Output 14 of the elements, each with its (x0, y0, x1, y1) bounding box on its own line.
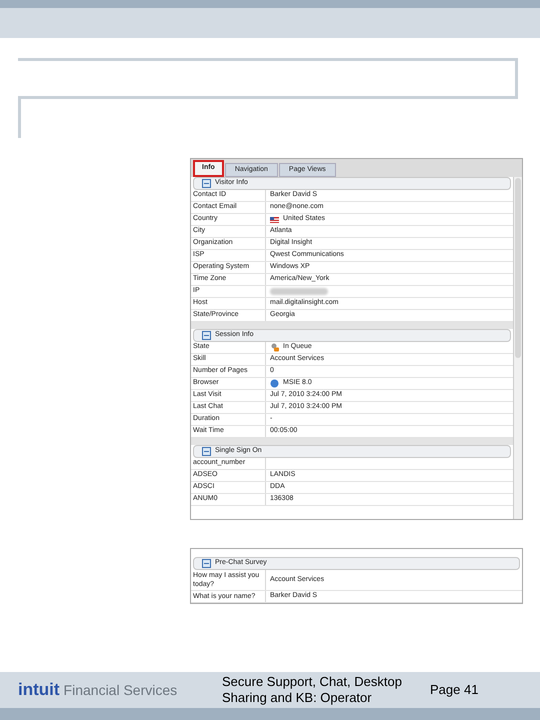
flag-icon (270, 216, 279, 222)
globe-icon (270, 379, 279, 388)
scrollbar[interactable] (513, 177, 522, 519)
footer-title: Secure Support, Chat, Desktop (222, 674, 403, 690)
page-number: Page 41 (430, 681, 478, 700)
panel-icon (202, 179, 211, 188)
blurred-value (270, 288, 328, 295)
brand-suffix: Financial Services (64, 681, 178, 700)
footer-title: Sharing and KB: Operator (222, 690, 373, 706)
person-icon (270, 343, 279, 352)
brand-logo: intuit (18, 679, 60, 702)
panel-icon (202, 559, 211, 568)
panel-icon (202, 331, 211, 340)
panel-icon (202, 447, 211, 456)
